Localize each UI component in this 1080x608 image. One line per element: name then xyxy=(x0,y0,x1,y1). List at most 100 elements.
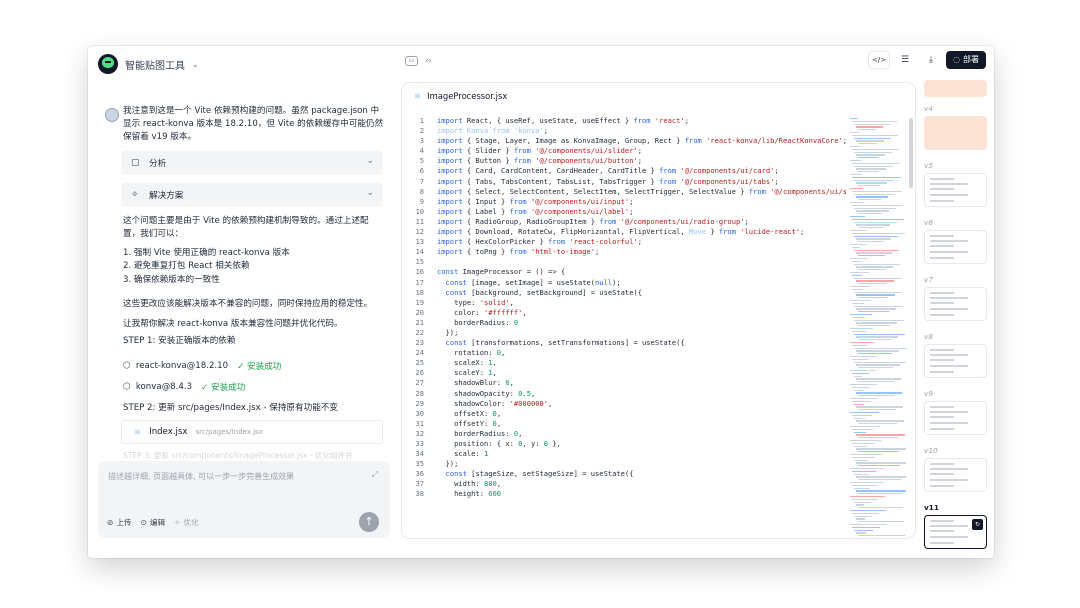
minimap-line xyxy=(854,179,894,181)
code-line[interactable]: 25 scaleX: 1, xyxy=(402,358,846,368)
deploy-button[interactable]: ◌ 部署 xyxy=(946,51,986,69)
file-card[interactable]: ⚛ Index.jsx src/pages/Index.jsx xyxy=(121,420,383,444)
version-thumbnail[interactable] xyxy=(924,287,987,321)
code-token: { Download, RotateCw, FlipHorizontal, Fl… xyxy=(462,227,689,237)
code-line[interactable]: 32 borderRadius: 0, xyxy=(402,429,846,439)
minimap-line xyxy=(854,501,871,503)
code-line[interactable]: 13 import { HexColorPicker } from 'react-… xyxy=(402,237,846,247)
edit-button[interactable]: ⊙ 编辑 xyxy=(141,517,166,528)
code-line[interactable]: 35 }); xyxy=(402,459,846,469)
code-line[interactable]: 23 const [transformations, setTransforma… xyxy=(402,338,846,348)
code-line[interactable]: 1 import React, { useRef, useState, useEf… xyxy=(402,116,846,126)
send-button[interactable]: ↑ xyxy=(359,512,379,532)
lead-text: 让我帮你解决 react-konva 版本兼容性问题并优化代码。 xyxy=(123,319,343,329)
minimap-line xyxy=(858,437,898,439)
code-line[interactable]: 3 import { Stage, Layer, Image as KonvaIm… xyxy=(402,136,846,146)
minimap-line xyxy=(850,118,858,120)
version-label[interactable]: v8 xyxy=(924,332,933,341)
code-line[interactable]: 8 import { Select, SelectContent, SelectI… xyxy=(402,187,846,197)
code-line[interactable]: 18 const [background, setBackground] = u… xyxy=(402,288,846,298)
code-line[interactable]: 30 offsetX: 0, xyxy=(402,409,846,419)
optimize-button[interactable]: ✧ 优化 xyxy=(174,517,199,528)
code-editor[interactable]: ⚛ ImageProcessor.jsx 1 import React, { us… xyxy=(401,82,916,539)
chevron-down-icon[interactable]: ⌄ xyxy=(366,156,374,166)
code-line[interactable]: 15 xyxy=(402,257,846,267)
thumbnail-line xyxy=(930,428,954,430)
line-text: const [stageSize, setStageSize] = useSta… xyxy=(437,469,634,479)
code-line[interactable]: 22 }); xyxy=(402,328,846,338)
code-line[interactable]: 38 height: 600 xyxy=(402,489,846,499)
version-label[interactable]: v5 xyxy=(924,161,933,170)
version-thumbnail[interactable] xyxy=(924,458,987,492)
code-line[interactable]: 12 import { Download, RotateCw, FlipHoriz… xyxy=(402,227,846,237)
code-icon[interactable]: ‹› xyxy=(422,54,435,67)
message-composer[interactable]: 描述越详细, 页面越具体, 可以一步一步完善生成效果 ⤢ ⊘ 上传 ⊙ 编辑 ✧… xyxy=(98,461,390,538)
version-thumbnail[interactable] xyxy=(924,230,987,264)
code-line[interactable]: 16 const ImageProcessor = () => { xyxy=(402,267,846,277)
minimap-line xyxy=(856,238,891,240)
code-line[interactable]: 14 import { toPng } from 'html-to-image'; xyxy=(402,247,846,257)
chevron-down-icon[interactable]: ⌄ xyxy=(366,188,374,198)
preview-icon[interactable]: ▭ xyxy=(405,55,418,66)
code-line[interactable]: 6 import { Card, CardContent, CardHeader,… xyxy=(402,166,846,176)
version-thumbnail[interactable] xyxy=(924,173,987,207)
code-minimap[interactable] xyxy=(848,116,908,536)
expand-icon[interactable]: ⤢ xyxy=(372,470,378,480)
code-token: 600 xyxy=(488,489,502,499)
version-label[interactable]: v10 xyxy=(924,446,938,455)
version-thumbnail[interactable] xyxy=(924,401,987,435)
code-line[interactable]: 27 shadowBlur: 0, xyxy=(402,378,846,388)
code-body[interactable]: 1 import React, { useRef, useState, useEf… xyxy=(402,116,846,538)
version-label[interactable]: v7 xyxy=(924,275,933,284)
code-line[interactable]: 9 import { Input } from '@/components/ui/… xyxy=(402,197,846,207)
code-line[interactable]: 11 import { RadioGroup, RadioGroupItem } … xyxy=(402,217,846,227)
version-label[interactable]: v9 xyxy=(924,389,933,398)
file-tab[interactable]: ⚛ ImageProcessor.jsx xyxy=(402,83,507,109)
faded-step-3: STEP 3: 更新 src/components/ImageProcessor… xyxy=(123,451,353,460)
code-line[interactable]: 24 rotation: 0, xyxy=(402,348,846,358)
code-line[interactable]: 34 scale: 1 xyxy=(402,449,846,459)
code-token: 'lucide-react' xyxy=(735,227,801,237)
chevron-down-icon[interactable]: ⌄ xyxy=(192,60,199,69)
code-toggle-button[interactable]: </> xyxy=(868,51,891,69)
version-thumb-top[interactable] xyxy=(924,80,987,97)
database-icon[interactable]: ☰ xyxy=(894,51,917,69)
line-text: type: 'solid', xyxy=(437,298,514,308)
line-number: 17 xyxy=(415,277,424,287)
solution-section[interactable]: ✧ 解决方案 ⌄ xyxy=(121,183,383,207)
version-label[interactable]: v4 xyxy=(924,104,933,113)
line-text: shadowColor: '#000000', xyxy=(437,399,552,409)
code-line[interactable]: 36 const [stageSize, setStageSize] = use… xyxy=(402,469,846,479)
code-line[interactable]: 4 import { Slider } from '@/components/ui… xyxy=(402,146,846,156)
version-thumbnail[interactable] xyxy=(924,116,987,150)
code-line[interactable]: 29 shadowColor: '#000000', xyxy=(402,399,846,409)
composer-input[interactable]: 描述越详细, 页面越具体, 可以一步一步完善生成效果 xyxy=(108,471,294,482)
code-line[interactable]: 26 scaleY: 1, xyxy=(402,368,846,378)
app-header[interactable]: 智能贴图工具 ⌄ xyxy=(98,52,199,76)
code-line[interactable]: 20 color: '#ffffff', xyxy=(402,308,846,318)
code-line[interactable]: 28 shadowOpacity: 0.5, xyxy=(402,389,846,399)
restore-icon[interactable]: ↻ xyxy=(972,519,983,530)
version-label[interactable]: v6 xyxy=(924,218,933,227)
code-line[interactable]: 5 import { Button } from '@/components/ui… xyxy=(402,156,846,166)
download-icon[interactable]: ⤓ xyxy=(920,51,943,69)
code-line[interactable]: 21 borderRadius: 0 xyxy=(402,318,846,328)
code-line[interactable]: 37 width: 800, xyxy=(402,479,846,489)
code-line[interactable]: 7 import { Tabs, TabsContent, TabsList, T… xyxy=(402,177,846,187)
file-path: src/pages/Index.jsx xyxy=(195,428,263,436)
upload-button[interactable]: ⊘ 上传 xyxy=(107,517,132,528)
code-line[interactable]: 2 import Konva from 'konva'; xyxy=(402,126,846,136)
code-line[interactable]: 10 import { Label } from '@/components/ui… xyxy=(402,207,846,217)
line-number: 30 xyxy=(415,408,424,418)
code-line[interactable]: 33 position: { x: 0, y: 0 }, xyxy=(402,439,846,449)
minimap-line xyxy=(854,151,892,153)
version-thumbnail[interactable] xyxy=(924,344,987,378)
code-line[interactable]: 31 offsetY: 0, xyxy=(402,419,846,429)
analysis-section[interactable]: ▢ 分析 ⌄ xyxy=(121,151,383,175)
version-label[interactable]: v11 xyxy=(924,503,939,512)
editor-scrollbar[interactable] xyxy=(909,118,913,188)
code-line[interactable]: 19 type: 'solid', xyxy=(402,298,846,308)
code-line[interactable]: 17 const [image, setImage] = useState(nu… xyxy=(402,278,846,288)
code-token: { Card, CardContent, CardHeader, CardTit… xyxy=(462,166,660,176)
version-thumbnail[interactable]: ↻ xyxy=(924,515,987,549)
